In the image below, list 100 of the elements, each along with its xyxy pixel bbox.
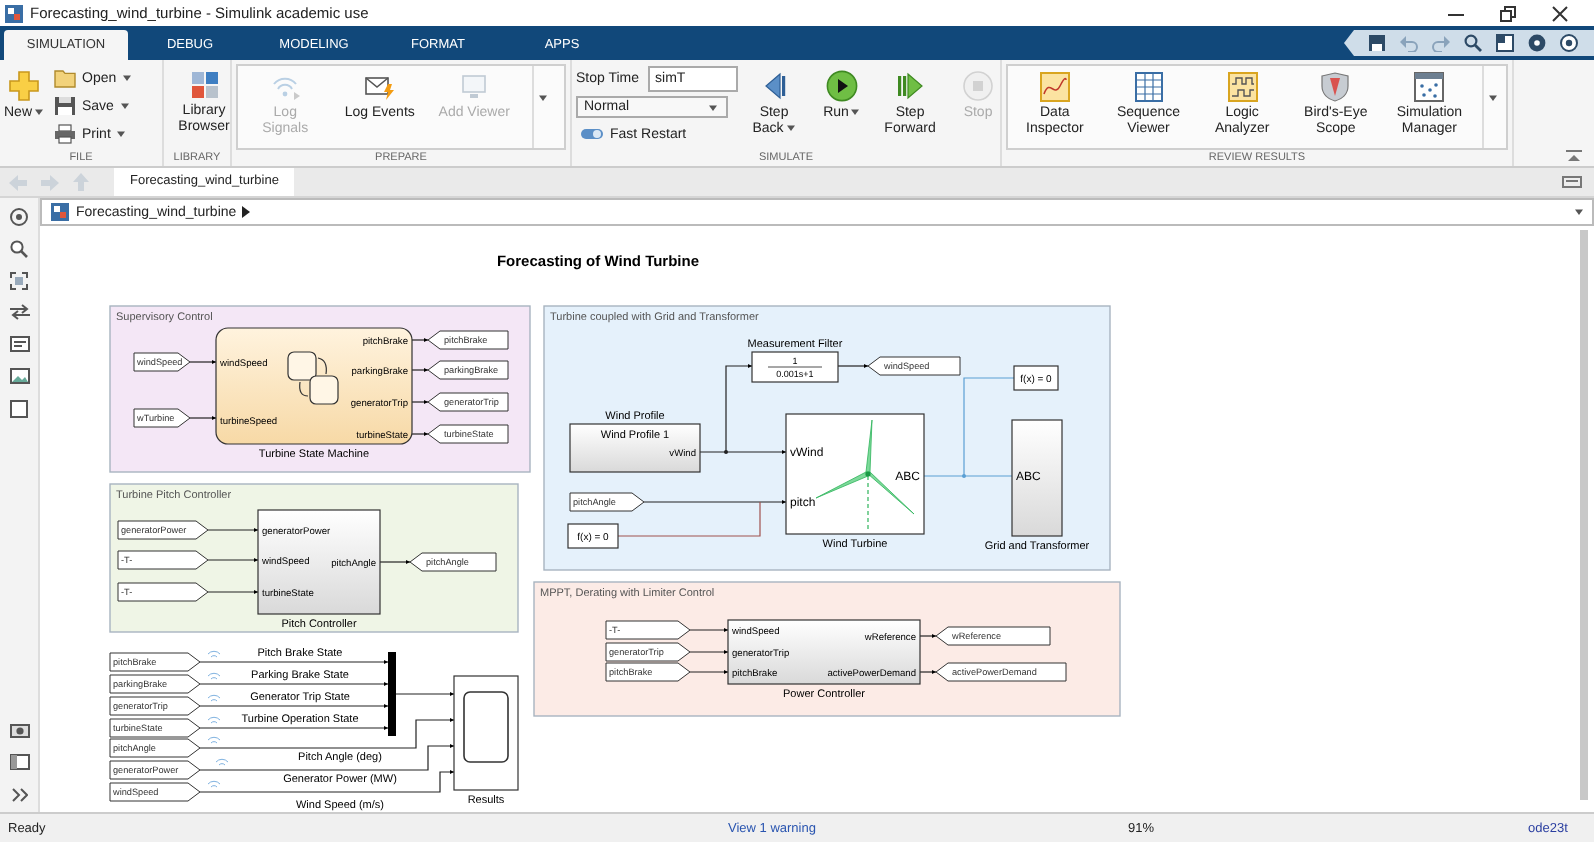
layout-button[interactable] xyxy=(1496,34,1514,52)
zoom-button[interactable] xyxy=(10,238,28,258)
signal-line xyxy=(207,589,259,595)
signal-builder-block[interactable] xyxy=(569,423,701,473)
monitor-icon xyxy=(459,72,490,102)
signal-line xyxy=(207,557,259,563)
zoom-icon xyxy=(10,239,28,257)
signal-line xyxy=(411,337,429,343)
model-icon xyxy=(50,202,70,222)
target-button[interactable] xyxy=(10,206,28,226)
search-button[interactable] xyxy=(1464,34,1482,52)
logging-icon xyxy=(207,736,221,744)
state-chart-block[interactable] xyxy=(215,327,413,445)
double-chevron-icon xyxy=(11,787,27,801)
vertical-scrollbar[interactable] xyxy=(1580,230,1588,800)
caret-icon xyxy=(116,130,127,138)
logging-icon xyxy=(207,694,221,702)
window-icon xyxy=(1414,72,1445,102)
image-button[interactable] xyxy=(9,366,29,386)
scope-screen-drawing xyxy=(463,691,509,763)
library-icon xyxy=(189,70,219,100)
logging-icon xyxy=(207,650,221,658)
folder-icon xyxy=(54,68,76,88)
line-chart-icon xyxy=(1039,72,1070,102)
step-forward-icon xyxy=(896,70,925,102)
options-button[interactable] xyxy=(1560,34,1578,52)
plus-icon xyxy=(8,70,40,102)
keyboard-icon xyxy=(1562,176,1582,188)
caret-icon xyxy=(708,103,718,111)
subsystem-block[interactable] xyxy=(257,509,381,615)
solver-block[interactable] xyxy=(1013,365,1059,391)
save-button[interactable] xyxy=(1368,34,1386,52)
back-arrow-icon xyxy=(8,173,28,191)
signal-line xyxy=(689,669,729,675)
signal-line xyxy=(919,633,937,639)
forward-arrow-icon xyxy=(40,173,60,191)
caret-icon xyxy=(34,108,45,117)
signal-line xyxy=(689,649,729,655)
caret-icon xyxy=(538,94,549,102)
undo-icon xyxy=(1400,34,1418,52)
arrows-icon xyxy=(9,304,29,320)
close-button[interactable] xyxy=(1550,3,1570,23)
signal-line xyxy=(189,359,217,365)
image-icon xyxy=(9,368,29,384)
target-icon xyxy=(10,207,28,225)
camera-button[interactable] xyxy=(9,720,29,740)
double-chevron-button[interactable] xyxy=(11,784,27,804)
shield-icon xyxy=(1320,72,1351,102)
layout-icon xyxy=(1496,34,1514,52)
restore-button[interactable] xyxy=(1498,3,1518,23)
toggle-icon xyxy=(580,126,604,142)
collapse-icon xyxy=(1566,150,1582,162)
envelope-icon xyxy=(363,72,396,102)
run-icon xyxy=(826,70,859,102)
search-icon xyxy=(1464,34,1482,52)
waveform-icon xyxy=(1227,72,1258,102)
annotation-button[interactable] xyxy=(9,334,29,354)
signal-line xyxy=(395,691,455,697)
fit-view-icon xyxy=(10,271,28,289)
logging-icon xyxy=(207,716,221,724)
signal-line xyxy=(919,669,937,675)
signal-line xyxy=(689,627,729,633)
caret-icon xyxy=(119,102,130,110)
restore-icon xyxy=(1500,5,1516,21)
square-button[interactable] xyxy=(10,398,28,418)
caret-icon xyxy=(1487,94,1498,102)
signal-line xyxy=(207,527,259,533)
signal-line xyxy=(837,363,869,369)
grid-block[interactable] xyxy=(1011,419,1063,537)
options-icon xyxy=(1560,34,1578,52)
help-icon xyxy=(1528,34,1546,52)
annotation-icon xyxy=(9,336,29,352)
help-button[interactable] xyxy=(1528,34,1546,52)
signal-line xyxy=(411,399,429,405)
logging-icon xyxy=(207,780,221,788)
subsystem-block[interactable] xyxy=(727,619,921,685)
panel-button[interactable] xyxy=(9,752,29,772)
caret-icon xyxy=(1574,208,1584,216)
wind-turbine-block[interactable] xyxy=(785,413,925,535)
transfer-function-block[interactable] xyxy=(751,351,839,383)
step-back-icon xyxy=(760,70,789,102)
caret-icon xyxy=(850,108,861,117)
signal-line xyxy=(379,559,411,565)
camera-icon xyxy=(9,722,29,738)
caret-icon xyxy=(785,124,796,133)
mux-bar xyxy=(388,652,396,736)
logging-icon xyxy=(207,672,221,680)
logging-icon xyxy=(215,758,229,766)
signal-line xyxy=(411,431,429,437)
save-icon xyxy=(1368,34,1386,52)
arrows-button[interactable] xyxy=(9,302,29,322)
fit-view-button[interactable] xyxy=(10,270,28,290)
grid-icon xyxy=(1133,72,1164,102)
signal-line xyxy=(189,415,217,421)
redo-icon xyxy=(1432,34,1450,52)
signal-line xyxy=(411,367,429,373)
stop-icon xyxy=(962,70,995,102)
square-icon xyxy=(10,399,28,417)
triangle-icon xyxy=(242,206,251,218)
solver-block[interactable] xyxy=(567,523,619,549)
